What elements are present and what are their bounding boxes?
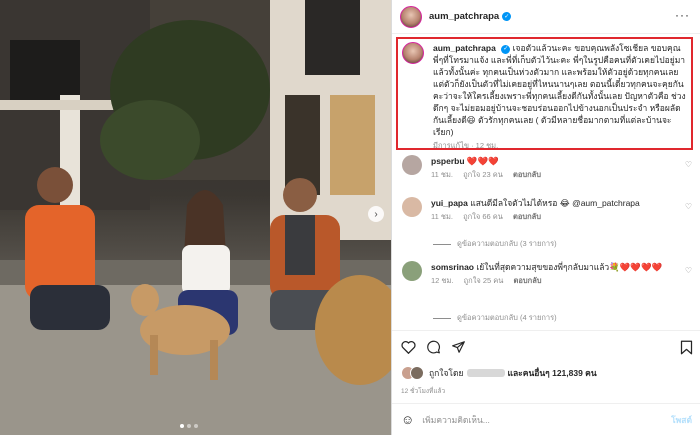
comment-username[interactable]: yui_papa: [431, 198, 468, 208]
comment-meta: 12 ชม. ถูกใจ 25 คน ตอบกลับ: [431, 275, 671, 287]
divider: [433, 243, 451, 245]
comment-likes[interactable]: ถูกใจ 25 คน: [464, 276, 504, 285]
avatar[interactable]: [402, 261, 422, 281]
heart-icon[interactable]: [401, 340, 416, 354]
carousel-dot: [180, 424, 184, 428]
caption: aum_patchrapa ✓ เจอตัวแล้วนะคะ ขอบคุณพลั…: [402, 42, 688, 152]
heart-icon[interactable]: ♡: [685, 202, 692, 211]
post-header: aum_patchrapa ✓: [392, 0, 700, 34]
blurred-username: [466, 369, 505, 377]
avatar[interactable]: [402, 42, 424, 64]
reply-button[interactable]: ตอบกลับ: [514, 276, 542, 285]
photo-scene: [0, 0, 391, 435]
comment-meta: 11 ชม. ถูกใจ 66 คน ตอบกลับ: [431, 211, 671, 223]
post-username[interactable]: aum_patchrapa: [429, 11, 499, 22]
post-time: 12 ชั่วโมงที่แล้ว: [401, 388, 446, 395]
reply-button[interactable]: ตอบกลับ: [513, 170, 541, 179]
comment-composer: ☺ โพสต์: [392, 403, 700, 435]
likes-prefix: ถูกใจโดย: [429, 368, 464, 378]
chevron-right-icon[interactable]: ›: [368, 206, 384, 222]
caption-username[interactable]: aum_patchrapa: [433, 43, 496, 53]
comment-text: ❤️❤️❤️: [466, 156, 499, 166]
comment-body: somsrinao เย้ในที่สุดความสุขของพี่ๆกลับม…: [431, 261, 671, 287]
avatar: [410, 366, 424, 380]
comment-text: เย้ในที่สุดความสุขของพี่ๆกลับมาแล้ว💐❤️❤️…: [476, 262, 663, 272]
view-replies-label[interactable]: ดูข้อความตอบกลับ (4 รายการ): [457, 312, 557, 324]
comment-icon[interactable]: [426, 340, 441, 354]
view-replies-button[interactable]: ดูข้อความตอบกลับ (4 รายการ): [433, 312, 557, 324]
emoji-icon[interactable]: ☺: [401, 412, 414, 427]
carousel-dots: [180, 424, 198, 428]
comment-likes[interactable]: ถูกใจ 23 คน: [463, 170, 503, 179]
avatar[interactable]: [400, 5, 422, 28]
post-side-panel: aum_patchrapa ✓ ··· aum_patchrapa ✓ เจอต…: [391, 0, 700, 435]
comment-username[interactable]: psperbu: [431, 156, 465, 166]
view-replies-label[interactable]: ดูข้อความตอบกลับ (3 รายการ): [457, 238, 557, 250]
avatar[interactable]: [402, 155, 422, 175]
comment-item: psperbu ❤️❤️❤️ 11 ชม. ถูกใจ 23 คน ตอบกลั…: [402, 155, 549, 181]
avatar[interactable]: [402, 197, 422, 217]
comment-meta: 11 ชม. ถูกใจ 23 คน ตอบกลับ: [431, 169, 549, 181]
comment-item: somsrinao เย้ในที่สุดความสุขของพี่ๆกลับม…: [402, 261, 671, 287]
caption-meta: มีการแก้ไข · 12 ชม.: [433, 141, 499, 150]
divider: [433, 317, 451, 319]
comment-body: psperbu ❤️❤️❤️ 11 ชม. ถูกใจ 23 คน ตอบกลั…: [431, 155, 549, 181]
post-actions: ถูกใจโดย และคนอื่นๆ 121,839 คน 12 ชั่วโม…: [392, 330, 700, 402]
heart-icon[interactable]: ♡: [685, 266, 692, 275]
comment-likes[interactable]: ถูกใจ 66 คน: [463, 212, 503, 221]
action-icons: [401, 340, 466, 354]
comment-text: แสนดีมีลใจตัวไม่ได้หรอ 😂 @aum_patchrapa: [470, 198, 640, 208]
view-replies-button[interactable]: ดูข้อความตอบกลับ (3 รายการ): [433, 238, 557, 250]
carousel-dot: [194, 424, 198, 428]
share-icon[interactable]: [451, 340, 466, 354]
verified-icon: ✓: [502, 12, 512, 21]
comment-item: yui_papa แสนดีมีลใจตัวไม่ได้หรอ 😂 @aum_p…: [402, 197, 671, 223]
comment-username[interactable]: somsrinao: [431, 262, 474, 272]
more-icon[interactable]: ···: [675, 9, 690, 21]
likes-summary[interactable]: ถูกใจโดย และคนอื่นๆ 121,839 คน: [401, 366, 597, 380]
caption-text-block: aum_patchrapa ✓ เจอตัวแล้วนะคะ ขอบคุณพลั…: [433, 42, 688, 152]
comment-time: 11 ชม.: [431, 212, 453, 221]
comment-time: 12 ชม.: [431, 276, 454, 285]
verified-icon: ✓: [501, 44, 511, 54]
comment-time: 11 ชม.: [431, 170, 453, 179]
caption-text: เจอตัวแล้วนะคะ ขอบคุณพลังโซเชียล ขอบคุณพ…: [433, 43, 686, 137]
carousel-dot: [187, 424, 191, 428]
reply-button[interactable]: ตอบกลับ: [513, 212, 541, 221]
comment-body: yui_papa แสนดีมีลใจตัวไม่ได้หรอ 😂 @aum_p…: [431, 197, 671, 223]
bookmark-icon[interactable]: [680, 340, 693, 355]
heart-icon[interactable]: ♡: [685, 160, 692, 169]
comment-input[interactable]: [422, 414, 672, 425]
post-button[interactable]: โพสต์: [671, 413, 692, 427]
likes-count[interactable]: และคนอื่นๆ 121,839 คน: [508, 366, 597, 380]
post-photo: ›: [0, 0, 391, 435]
